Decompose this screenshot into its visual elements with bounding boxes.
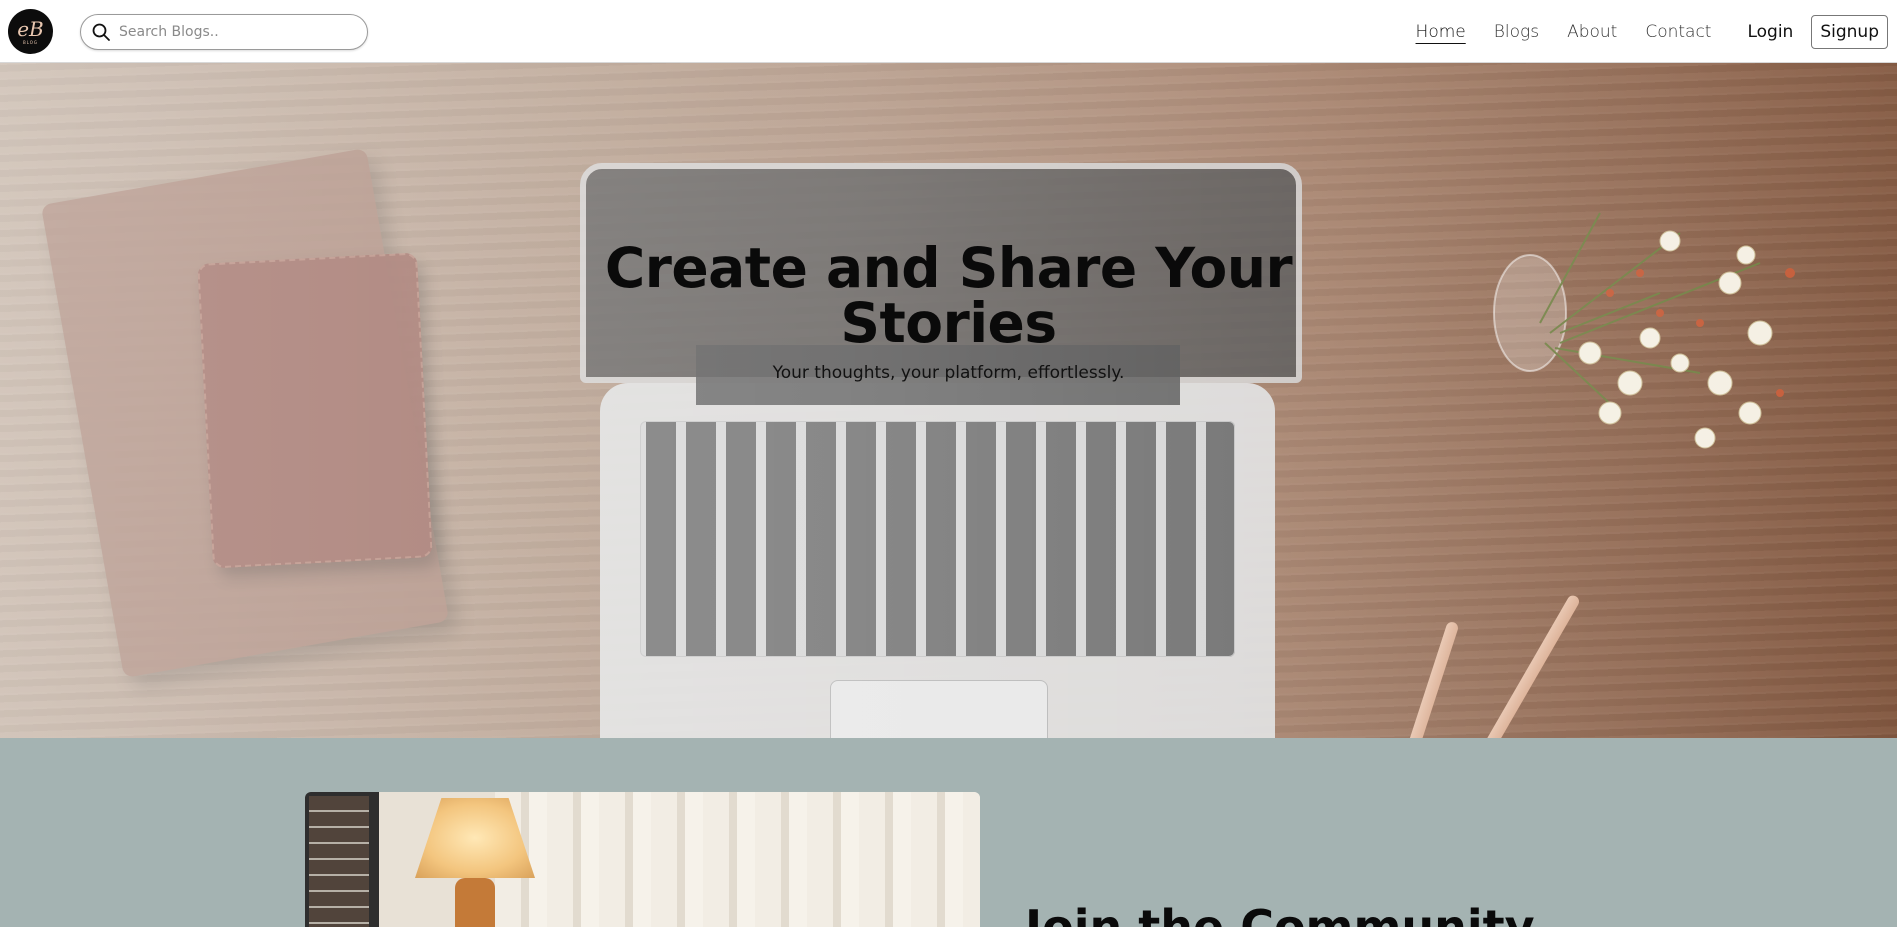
site-logo[interactable]: eB BLOG <box>8 9 53 54</box>
top-navbar: eB BLOG Home Blogs About Contact Login S… <box>0 0 1897 63</box>
nav-links: Home Blogs About Contact Login Signup <box>1416 0 1897 63</box>
hero-title: Create and Share Your Stories <box>604 236 1293 355</box>
logo-monogram: eB <box>17 16 44 41</box>
signup-button[interactable]: Signup <box>1811 14 1888 49</box>
community-title: Join the Community <box>1025 900 1535 927</box>
login-button[interactable]: Login <box>1747 22 1793 42</box>
hero-content: Create and Share Your Stories Your thoug… <box>0 63 1897 738</box>
search-bar[interactable] <box>80 14 368 50</box>
hero-section: Create and Share Your Stories Your thoug… <box>0 63 1897 738</box>
search-icon <box>92 23 110 41</box>
community-image-photo-wall <box>309 796 369 927</box>
community-image-lamp-base <box>455 878 495 927</box>
nav-link-blogs[interactable]: Blogs <box>1494 22 1539 42</box>
search-input[interactable] <box>119 24 349 40</box>
nav-link-home[interactable]: Home <box>1416 22 1466 42</box>
community-image-curtain <box>495 792 980 927</box>
hero-subtitle: Your thoughts, your platform, effortless… <box>772 363 1125 383</box>
nav-link-about[interactable]: About <box>1567 22 1617 42</box>
community-image <box>305 792 980 927</box>
nav-link-contact[interactable]: Contact <box>1645 22 1711 42</box>
logo-text: BLOG <box>22 39 39 45</box>
